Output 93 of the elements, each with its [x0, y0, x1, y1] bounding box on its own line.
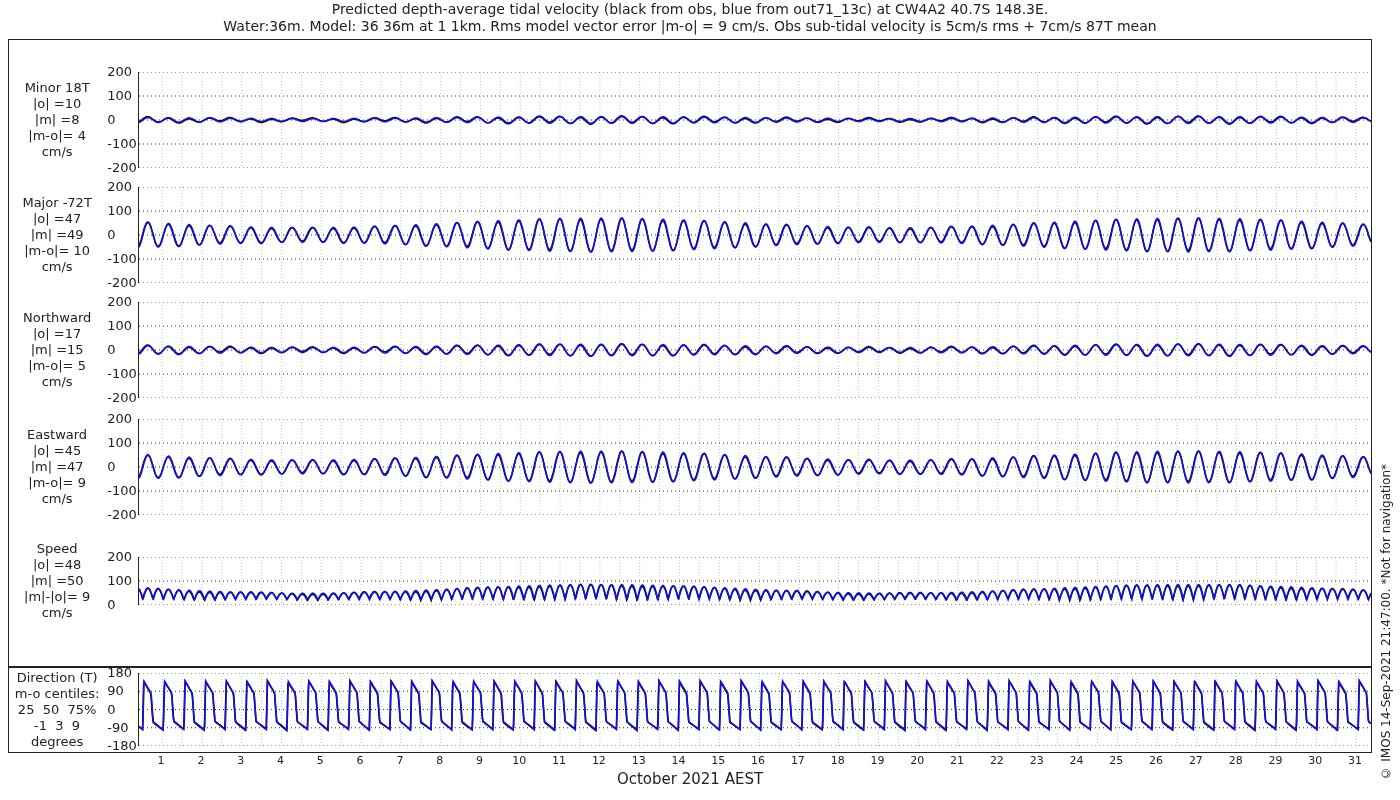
panel-label: |o| =10 — [33, 96, 82, 112]
panel-label: |o| =17 — [33, 326, 82, 342]
x-tick-label: 25 — [1109, 754, 1124, 768]
chart-title: Predicted depth-average tidal velocity (black from obs, blue from out71_13c) at CW4A2 40.7S 148.3E. — [331, 1, 1049, 18]
x-axis-label: October 2021 AEST — [616, 770, 764, 788]
y-tick-label: 200 — [107, 295, 133, 309]
chart-title: Water:36m. Model: 36 36m at 1 1km. Rms model vector error |m-o| = 9 cm/s. Obs sub-tidal velocity is 5cm/s rms + 7cm/s 87T mean — [223, 18, 1157, 35]
panel-label: |m-o|= 10 — [24, 243, 91, 259]
y-tick-label: 0 — [107, 460, 116, 474]
x-tick-label: 7 — [396, 754, 404, 768]
x-tick-label: 23 — [1029, 754, 1044, 768]
panel-label: |m| =50 — [30, 573, 84, 589]
x-tick-label: 4 — [276, 754, 284, 768]
x-tick-label: 16 — [751, 754, 766, 768]
y-tick-label: 100 — [107, 319, 133, 333]
x-tick-label: 10 — [512, 754, 527, 768]
panel-label: Speed — [36, 541, 78, 557]
panel-label: |o| =45 — [33, 443, 82, 459]
y-tick-label: 200 — [107, 65, 133, 79]
x-tick-label: 28 — [1228, 754, 1243, 768]
x-tick-label: 8 — [436, 754, 444, 768]
x-tick-label: 13 — [631, 754, 646, 768]
x-tick-label: 3 — [237, 754, 245, 768]
panel-label: |m-o|= 4 — [28, 128, 86, 144]
panel-label: 25 50 75% — [17, 701, 97, 718]
panel-label: |m| =15 — [30, 342, 84, 358]
x-tick-label: 17 — [790, 754, 805, 768]
panel-label: |m-o|= 5 — [28, 358, 86, 374]
y-tick-label: 100 — [107, 436, 133, 450]
x-tick-label: 19 — [870, 754, 885, 768]
panel-label: m-o centiles: — [14, 685, 100, 702]
panel-label: cm/s — [41, 605, 73, 621]
panel-label: |m|-|o|= 9 — [24, 589, 91, 605]
x-tick-label: 1 — [157, 754, 165, 768]
panel-label: Direction (T) — [16, 669, 98, 686]
y-tick-label: -200 — [107, 161, 137, 175]
panel-label: -1 3 9 — [34, 717, 81, 734]
x-tick-label: 29 — [1268, 754, 1283, 768]
panel-label: |m-o|= 9 — [28, 475, 86, 491]
y-tick-label: 100 — [107, 204, 133, 218]
panel-label: |m| =8 — [34, 112, 80, 128]
x-tick-label: 30 — [1308, 754, 1323, 768]
x-tick-label: 21 — [950, 754, 965, 768]
x-tick-label: 24 — [1069, 754, 1084, 768]
x-tick-label: 2 — [197, 754, 205, 768]
panel-label: degrees — [30, 733, 84, 750]
y-tick-label: -100 — [107, 252, 137, 266]
y-tick-label: -100 — [107, 367, 137, 381]
x-tick-label: 15 — [711, 754, 726, 768]
x-tick-label: 31 — [1348, 754, 1363, 768]
y-tick-label: 200 — [107, 550, 133, 564]
y-tick-label: 90 — [107, 684, 124, 699]
y-tick-label: -90 — [107, 720, 129, 735]
y-tick-label: 100 — [107, 89, 133, 103]
y-tick-label: 0 — [107, 598, 116, 612]
x-tick-label: 14 — [671, 754, 686, 768]
x-tick-label: 9 — [475, 754, 483, 768]
y-tick-label: 200 — [107, 412, 133, 426]
panel-label: cm/s — [41, 374, 73, 390]
panel-label: cm/s — [41, 144, 73, 160]
y-tick-label: 200 — [107, 180, 133, 194]
y-tick-label: -200 — [107, 276, 137, 290]
y-tick-label: 0 — [107, 113, 116, 127]
panel-label: Northward — [22, 310, 92, 326]
y-tick-label: 180 — [107, 666, 133, 680]
panel-label: |o| =48 — [33, 557, 82, 573]
panel-label: cm/s — [41, 259, 73, 275]
y-tick-label: -100 — [107, 484, 137, 498]
x-tick-label: 11 — [552, 754, 567, 768]
y-tick-label: -180 — [107, 739, 137, 753]
y-tick-label: 0 — [107, 228, 116, 242]
y-tick-label: -200 — [107, 508, 137, 522]
x-tick-label: 5 — [316, 754, 324, 768]
panel-label: |m| =47 — [30, 459, 84, 475]
y-tick-label: 0 — [107, 702, 116, 717]
copyright-note: © IMOS 14-Sep-2021 21:47:00. *Not for navigation* — [1379, 464, 1393, 780]
panel-label: Minor 18T — [24, 80, 90, 96]
y-tick-label: -100 — [107, 137, 137, 151]
panel-label: |m| =49 — [30, 227, 84, 243]
x-tick-label: 12 — [591, 754, 606, 768]
x-tick-label: 26 — [1149, 754, 1164, 768]
x-tick-label: 27 — [1188, 754, 1203, 768]
panel-label: |o| =47 — [33, 211, 82, 227]
panel-label: Major -72T — [22, 195, 92, 211]
panel-label: Eastward — [27, 427, 88, 443]
x-tick-label: 6 — [356, 754, 364, 768]
y-tick-label: 100 — [107, 574, 133, 588]
x-tick-label: 18 — [830, 754, 845, 768]
panel-label: cm/s — [41, 491, 73, 507]
x-tick-label: 22 — [989, 754, 1004, 768]
y-tick-label: 0 — [107, 343, 116, 357]
x-tick-label: 20 — [910, 754, 925, 768]
y-tick-label: -200 — [107, 391, 137, 405]
